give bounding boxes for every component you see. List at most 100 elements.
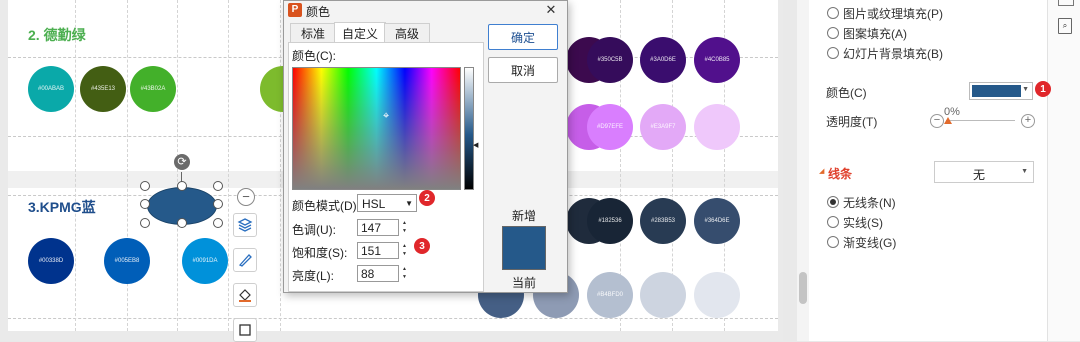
layers-icon[interactable] xyxy=(233,213,257,237)
resize-handle[interactable] xyxy=(213,199,223,209)
resize-handle[interactable] xyxy=(213,218,223,228)
grey-swatch-circle[interactable] xyxy=(640,272,686,318)
purple-swatch-circle[interactable]: #350C5B xyxy=(587,37,633,83)
shape-outline-icon[interactable] xyxy=(233,318,257,342)
swatch-hex-label: #00338D xyxy=(38,258,64,264)
resize-handle[interactable] xyxy=(140,218,150,228)
current-color-label: 当前 xyxy=(512,276,537,290)
app-logo-icon: P xyxy=(288,3,302,17)
scrollbar-thumb[interactable] xyxy=(799,272,807,304)
navy-swatch-circle[interactable]: #364D6E xyxy=(694,198,740,244)
fill-option-pattern-radio[interactable] xyxy=(827,27,839,39)
decrease-transparency-icon[interactable]: − xyxy=(930,114,944,128)
fill-color-swatch xyxy=(972,85,1021,97)
resize-handle[interactable] xyxy=(213,181,223,191)
line-option-solid-radio[interactable] xyxy=(827,216,839,228)
swatch-hex-label: #4C0B85 xyxy=(704,57,730,63)
fill-option-pattern[interactable]: 图案填充(A) xyxy=(843,25,907,42)
fill-option-picture[interactable]: 图片或纹理填充(P) xyxy=(843,5,943,22)
pen-style-icon[interactable] xyxy=(233,248,257,272)
blue-swatch-circle[interactable]: #005EB8 xyxy=(104,238,150,284)
swatch-hex-label: #005EB8 xyxy=(114,258,140,264)
chevron-down-icon: ▼ xyxy=(1021,168,1028,175)
line-option-solid[interactable]: 实线(S) xyxy=(843,214,883,231)
resize-handle[interactable] xyxy=(140,199,150,209)
blue-swatch-circle[interactable]: #0091DA xyxy=(182,238,228,284)
luminance-arrow-icon[interactable]: ◀ xyxy=(473,141,478,149)
step-badge-2: 2 xyxy=(419,190,435,206)
green-swatch-circle[interactable]: #435E13 xyxy=(80,66,126,112)
swatch-hex-label: #D97EFE xyxy=(596,124,623,130)
luminance-stepper[interactable]: ▲ ▼ xyxy=(400,265,409,282)
purple-light-swatch-circle[interactable]: #E3A9F7 xyxy=(640,104,686,150)
fill-option-picture-radio[interactable] xyxy=(827,7,839,19)
line-option-none-radio[interactable] xyxy=(827,196,839,208)
swatch-hex-label: #00ABAB xyxy=(37,86,65,92)
swatch-hex-label: #364D6E xyxy=(704,218,730,224)
fill-color-dropdown[interactable]: ▼ xyxy=(969,82,1033,100)
saturation-label: 饱和度(S): xyxy=(292,246,348,260)
collapse-minus-icon[interactable]: − xyxy=(237,188,255,206)
navy-swatch-circle[interactable]: #283B53 xyxy=(640,198,686,244)
rotate-handle-icon[interactable]: ⟳ xyxy=(174,154,190,170)
tab-standard[interactable]: 标准 xyxy=(290,23,336,43)
tab-advanced[interactable]: 高级 xyxy=(384,23,430,43)
fill-option-background-radio[interactable] xyxy=(827,47,839,59)
step-badge-1: 1 xyxy=(1035,81,1051,97)
swatch-hex-label: #350C5B xyxy=(597,57,623,63)
luminance-input[interactable]: 88 xyxy=(357,265,399,282)
purple-swatch-circle[interactable]: #3A0D6E xyxy=(640,37,686,83)
swatch-hex-label: #B4BFD0 xyxy=(596,292,623,298)
line-option-gradient[interactable]: 渐变线(G) xyxy=(843,234,896,251)
grey-swatch-circle[interactable] xyxy=(694,272,740,318)
chevron-down-icon: ▼ xyxy=(405,199,413,208)
green-swatch-circle[interactable]: #00ABAB xyxy=(28,66,74,112)
hue-label: 色调(U): xyxy=(292,223,336,237)
fill-bucket-icon[interactable] xyxy=(233,283,257,307)
purple-light-swatch-circle[interactable]: #D97EFE xyxy=(587,104,633,150)
swatch-hex-label: #3A0D6E xyxy=(650,57,676,63)
green-swatch-circle[interactable]: #43B02A xyxy=(130,66,176,112)
panel-tool-icon[interactable] xyxy=(1058,0,1074,6)
blue-swatch-circle[interactable]: #00338D xyxy=(28,238,74,284)
swatch-hex-label: #E3A9F7 xyxy=(650,124,676,130)
heading-deloitte-green: 2. 德勤绿 xyxy=(28,27,86,43)
color-mode-select[interactable]: HSL ▼ xyxy=(357,194,417,212)
line-section-title[interactable]: 线条 xyxy=(828,165,852,182)
resize-handle[interactable] xyxy=(177,181,187,191)
color-spectrum-picker[interactable] xyxy=(292,67,461,190)
cancel-button[interactable]: 取消 xyxy=(488,57,558,83)
increase-transparency-icon[interactable]: + xyxy=(1021,114,1035,128)
ok-button[interactable]: 确定 xyxy=(488,24,558,50)
transparency-slider-thumb[interactable] xyxy=(944,117,952,124)
color-label: 颜色(C) xyxy=(826,86,867,100)
swatch-hex-label: #43B02A xyxy=(140,86,166,92)
luminance-label: 亮度(L): xyxy=(292,269,335,283)
purple-light-swatch-circle[interactable] xyxy=(694,104,740,150)
resize-handle[interactable] xyxy=(177,218,187,228)
swatch-hex-label: #0091DA xyxy=(192,258,218,264)
color-preview-swatch xyxy=(502,226,546,270)
resize-handle[interactable] xyxy=(140,181,150,191)
transparency-slider[interactable] xyxy=(946,120,1015,121)
swatch-hex-label: #182536 xyxy=(598,218,622,224)
luminance-slider[interactable] xyxy=(464,67,474,190)
tab-custom[interactable]: 自定义 xyxy=(334,22,386,43)
saturation-stepper[interactable]: ▲ ▼ xyxy=(400,242,409,259)
grey-swatch-circle[interactable]: #B4BFD0 xyxy=(587,272,633,318)
search-doc-icon[interactable]: ⌕ xyxy=(1058,18,1072,34)
navy-swatch-circle[interactable]: #182536 xyxy=(587,198,633,244)
line-style-dropdown[interactable]: 无 ▼ xyxy=(934,161,1034,183)
hue-stepper[interactable]: ▲ ▼ xyxy=(400,219,409,236)
saturation-input[interactable]: 151 xyxy=(357,242,399,259)
color-mode-label: 颜色模式(D) xyxy=(292,199,357,213)
expand-triangle-icon[interactable]: ◢ xyxy=(819,167,824,175)
purple-swatch-circle[interactable]: #4C0B85 xyxy=(694,37,740,83)
swatch-hex-label: #283B53 xyxy=(650,218,676,224)
fill-option-background[interactable]: 幻灯片背景填充(B) xyxy=(843,45,943,62)
line-option-none[interactable]: 无线条(N) xyxy=(843,194,896,211)
hue-input[interactable]: 147 xyxy=(357,219,399,236)
line-option-gradient-radio[interactable] xyxy=(827,236,839,248)
close-icon[interactable]: ✕ xyxy=(542,1,560,19)
chevron-down-icon: ▼ xyxy=(1022,86,1029,93)
